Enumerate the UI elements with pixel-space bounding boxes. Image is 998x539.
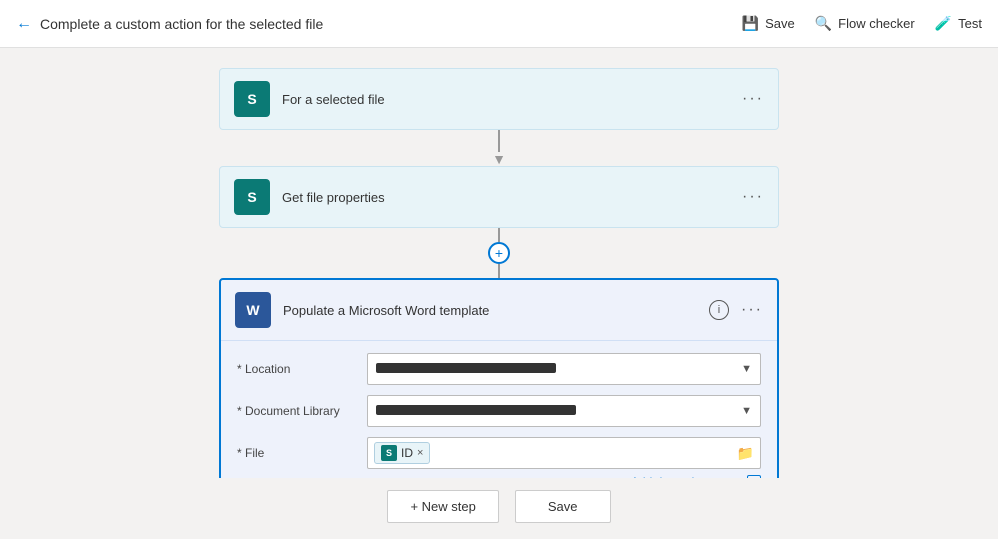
bottom-bar: + New step Save xyxy=(0,478,998,539)
file-tag-icon: S xyxy=(381,445,397,461)
new-step-button[interactable]: + New step xyxy=(387,490,498,523)
plus-line-bottom xyxy=(498,264,500,278)
location-chevron-icon: ▼ xyxy=(741,363,752,375)
folder-icon[interactable]: 📁 xyxy=(737,445,754,462)
doc-library-row: * Document Library ▼ xyxy=(237,395,761,427)
location-redacted xyxy=(376,363,556,373)
location-dropdown[interactable]: ▼ xyxy=(367,353,761,385)
trigger-block-menu[interactable]: ··· xyxy=(742,90,764,108)
back-button[interactable]: ← xyxy=(16,15,32,33)
location-label: * Location xyxy=(237,362,367,376)
trigger-block-icon: S xyxy=(234,81,270,117)
word-template-block: W Populate a Microsoft Word template i ·… xyxy=(219,278,779,478)
doc-library-value xyxy=(376,404,741,418)
doc-library-chevron-icon: ▼ xyxy=(741,405,752,417)
arrow-head-1: ▼ xyxy=(492,152,506,166)
save-action[interactable]: 💾 Save xyxy=(742,15,795,32)
save-icon: 💾 xyxy=(742,15,759,32)
word-block-title: Populate a Microsoft Word template xyxy=(283,303,709,318)
file-tag-close-button[interactable]: × xyxy=(417,447,423,459)
test-action[interactable]: 🧪 Test xyxy=(935,15,982,32)
word-block-actions: i ··· xyxy=(709,300,763,320)
get-props-block: S Get file properties ··· xyxy=(219,166,779,228)
doc-library-label: * Document Library xyxy=(237,404,367,418)
file-label: * File xyxy=(237,446,367,460)
word-block-icon: W xyxy=(235,292,271,328)
location-value xyxy=(376,362,741,376)
save-button[interactable]: Save xyxy=(515,490,611,523)
flow-container: S For a selected file ··· ▼ S Get file p… xyxy=(199,68,799,478)
info-button[interactable]: i xyxy=(709,300,729,320)
word-block-menu[interactable]: ··· xyxy=(741,301,763,319)
trigger-block: S For a selected file ··· xyxy=(219,68,779,130)
arrow-1: ▼ xyxy=(492,130,506,166)
test-icon: 🧪 xyxy=(935,15,952,32)
plus-line-top xyxy=(498,228,500,242)
test-label: Test xyxy=(958,16,982,31)
file-field[interactable]: S ID × 📁 xyxy=(367,437,761,469)
canvas: S For a selected file ··· ▼ S Get file p… xyxy=(0,48,998,478)
get-props-block-menu[interactable]: ··· xyxy=(742,188,764,206)
topbar-right: 💾 Save 🔍 Flow checker 🧪 Test xyxy=(742,15,982,32)
get-props-block-title: Get file properties xyxy=(282,190,742,205)
add-step-button[interactable]: + xyxy=(488,242,510,264)
doc-library-dropdown[interactable]: ▼ xyxy=(367,395,761,427)
topbar-left: ← Complete a custom action for the selec… xyxy=(16,15,742,33)
file-row: * File S ID × 📁 xyxy=(237,437,761,469)
file-tag: S ID × xyxy=(374,442,430,464)
plus-connector: + xyxy=(488,228,510,278)
topbar: ← Complete a custom action for the selec… xyxy=(0,0,998,48)
get-props-block-icon: S xyxy=(234,179,270,215)
save-label: Save xyxy=(765,16,795,31)
flow-checker-action[interactable]: 🔍 Flow checker xyxy=(815,15,915,32)
flow-checker-icon: 🔍 xyxy=(815,15,832,32)
arrow-line-1 xyxy=(498,130,500,152)
word-block-header: W Populate a Microsoft Word template i ·… xyxy=(221,280,777,341)
location-row: * Location ▼ xyxy=(237,353,761,385)
doc-library-redacted xyxy=(376,405,576,415)
word-block-body: * Location ▼ * Document Library xyxy=(221,341,777,478)
file-tag-text: ID xyxy=(401,446,413,460)
flow-checker-label: Flow checker xyxy=(838,16,915,31)
page-title: Complete a custom action for the selecte… xyxy=(40,16,323,32)
trigger-block-title: For a selected file xyxy=(282,92,742,107)
